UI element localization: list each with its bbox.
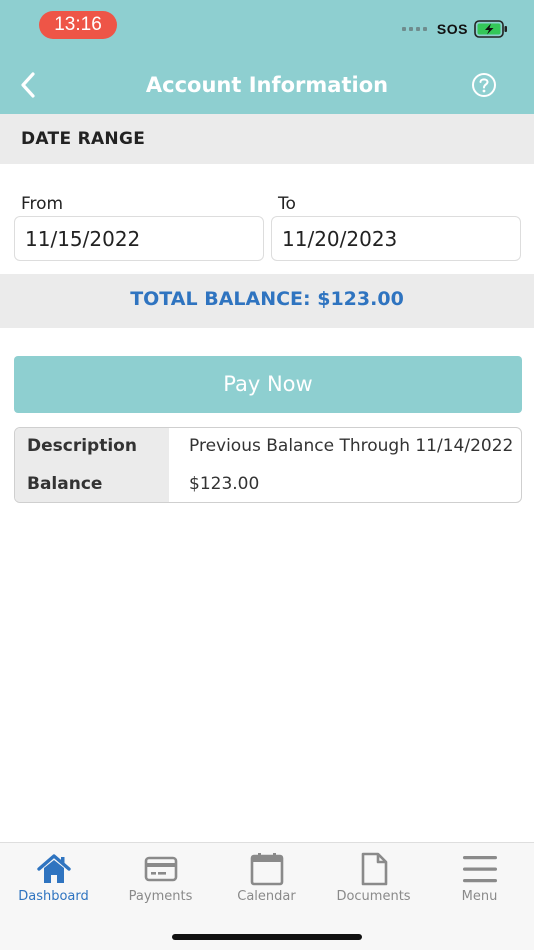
document-icon — [361, 852, 387, 886]
help-button[interactable] — [471, 72, 497, 98]
pay-now-button[interactable]: Pay Now — [14, 356, 522, 413]
to-date-input[interactable]: 11/20/2023 — [271, 216, 521, 261]
tab-menu[interactable]: Menu — [426, 843, 533, 913]
home-indicator[interactable] — [172, 934, 362, 940]
calendar-icon — [250, 853, 283, 886]
help-icon — [472, 73, 496, 97]
status-indicators: SOS — [401, 18, 508, 40]
from-label: From — [21, 194, 64, 214]
table-row: Balance $123.00 — [15, 466, 521, 502]
tab-documents[interactable]: Documents — [320, 843, 427, 913]
balance-value: $123.00 — [189, 474, 260, 494]
tab-payments-label: Payments — [128, 889, 193, 904]
account-details-table: Description Previous Balance Through 11/… — [14, 427, 522, 503]
table-row: Description Previous Balance Through 11/… — [15, 428, 521, 466]
signal-icon — [401, 27, 427, 31]
hamburger-menu-icon — [462, 856, 497, 883]
tab-calendar[interactable]: Calendar — [213, 843, 320, 913]
status-time: 13:16 — [39, 11, 117, 39]
tab-calendar-label: Calendar — [237, 889, 296, 904]
tab-payments[interactable]: Payments — [107, 843, 214, 913]
date-range-label: DATE RANGE — [21, 129, 146, 149]
total-balance-band: TOTAL BALANCE: $123.00 — [0, 274, 534, 328]
from-date-input[interactable]: 11/15/2022 — [14, 216, 264, 261]
date-range-header: DATE RANGE — [0, 114, 534, 164]
description-value: Previous Balance Through 11/14/2022 — [189, 436, 514, 456]
total-balance: TOTAL BALANCE: $123.00 — [130, 288, 404, 310]
tab-dashboard-label: Dashboard — [18, 889, 89, 904]
credit-card-icon — [144, 856, 177, 882]
carrier-label: SOS — [436, 21, 468, 37]
tab-menu-label: Menu — [461, 889, 498, 904]
tab-dashboard[interactable]: Dashboard — [0, 843, 107, 913]
to-label: To — [278, 194, 296, 214]
balance-label: Balance — [27, 474, 103, 494]
app-header: 13:16 SOS Account Information — [0, 0, 534, 114]
home-icon — [36, 854, 71, 883]
page-title: Account Information — [145, 73, 389, 97]
tab-documents-label: Documents — [336, 889, 411, 904]
battery-charging-icon — [474, 20, 507, 38]
description-label: Description — [27, 436, 137, 456]
